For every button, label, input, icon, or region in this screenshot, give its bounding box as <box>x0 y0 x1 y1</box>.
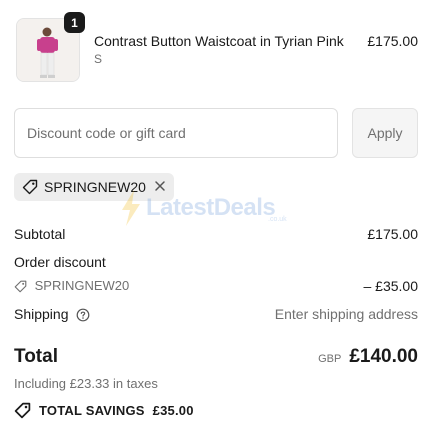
applied-discount-code: SPRINGNEW20 <box>44 179 146 195</box>
help-icon[interactable] <box>76 308 90 322</box>
quantity-badge: 1 <box>64 12 85 33</box>
watermark-sub: .co.uk <box>268 216 287 223</box>
order-discount-row: Order discount <box>14 254 418 270</box>
shipping-value: Enter shipping address <box>274 306 418 322</box>
order-discount-label: Order discount <box>14 254 106 270</box>
total-label: Total <box>14 346 58 367</box>
tag-icon <box>22 179 38 195</box>
discount-value: – £35.00 <box>363 278 419 294</box>
discount-code-label: SPRINGNEW20 <box>34 278 130 293</box>
apply-button[interactable]: Apply <box>352 108 418 158</box>
product-name: Contrast Button Waistcoat in Tyrian Pink <box>94 33 344 49</box>
product-variant: S <box>94 52 103 66</box>
product-price: £175.00 <box>367 33 418 49</box>
subtotal-value: £175.00 <box>367 226 418 242</box>
currency-code: GBP <box>318 353 342 365</box>
shipping-row: Shipping Enter shipping address <box>14 306 418 322</box>
total-savings: TOTAL SAVINGS £35.00 <box>14 402 194 419</box>
shipping-label: Shipping <box>14 306 69 322</box>
savings-value: £35.00 <box>152 403 194 418</box>
tag-icon <box>14 402 31 419</box>
tag-icon <box>14 280 27 293</box>
subtotal-label: Subtotal <box>14 226 66 242</box>
subtotal-row: Subtotal £175.00 <box>14 226 418 242</box>
line-item: 1 Contrast Button Waistcoat in Tyrian Pi… <box>14 12 418 84</box>
discount-code-input[interactable] <box>14 108 338 158</box>
applied-discount-chip: SPRINGNEW20 <box>14 173 174 201</box>
total-amount: £140.00 <box>349 346 418 367</box>
close-icon[interactable] <box>154 179 166 195</box>
taxes-note: Including £23.33 in taxes <box>14 376 158 391</box>
savings-label: TOTAL SAVINGS <box>39 403 145 418</box>
discount-code-row: SPRINGNEW20 – £35.00 <box>14 278 419 294</box>
total-amount-group: GBP £140.00 <box>318 346 418 368</box>
